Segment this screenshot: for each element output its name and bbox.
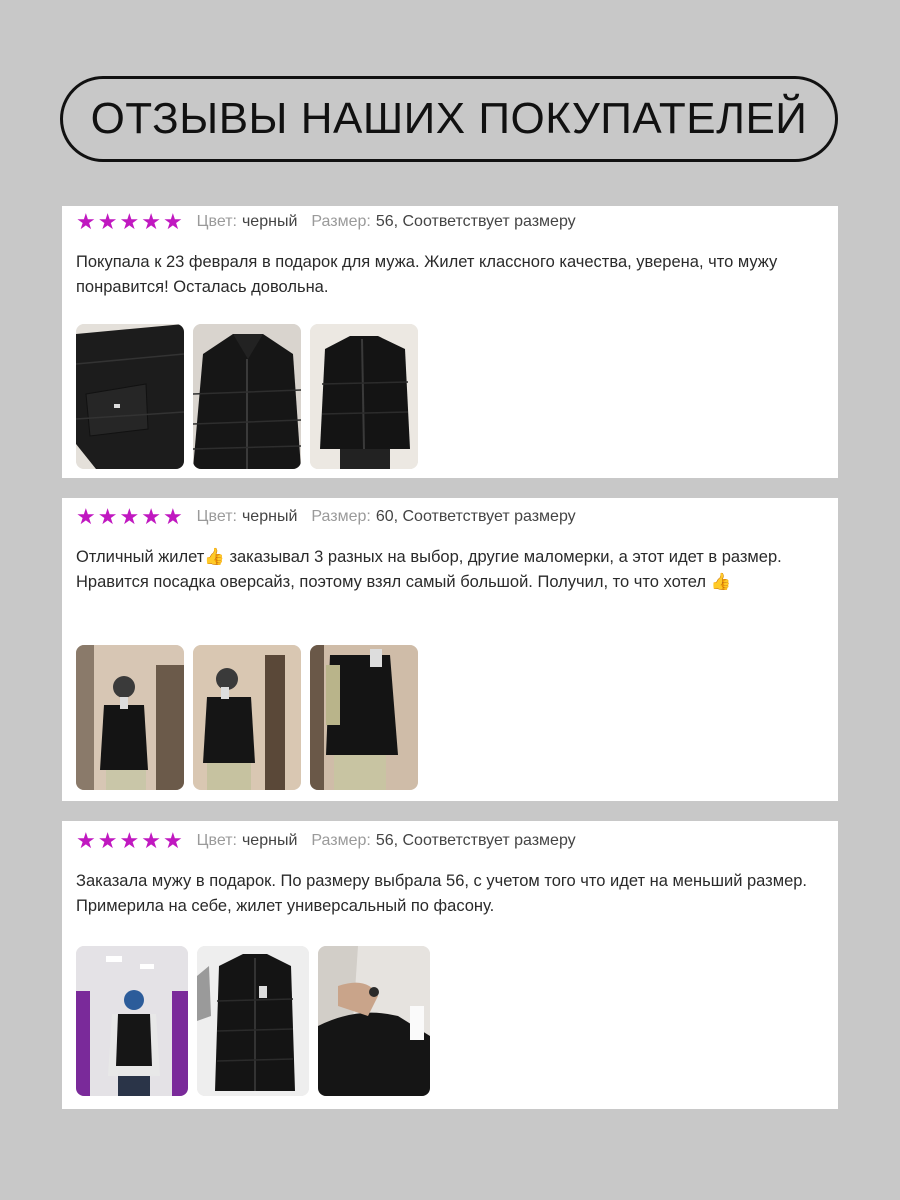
- color-label: Цвет:: [196, 213, 237, 230]
- size-label: Размер:: [311, 832, 371, 849]
- review-card-2: ★ ★ ★ ★ ★ Цвет: черный Размер: 60, Соотв…: [62, 498, 838, 801]
- review-card-1: ★ ★ ★ ★ ★ Цвет: черный Размер: 56, Соотв…: [62, 206, 838, 478]
- star-icon: ★: [97, 504, 118, 529]
- size-label: Размер:: [311, 213, 371, 230]
- vest-worn-photo[interactable]: [310, 324, 418, 469]
- star-icon: ★: [119, 504, 140, 529]
- star-icon: ★: [76, 209, 96, 234]
- star-icon: ★: [162, 828, 183, 853]
- review-text: Покупала к 23 февраля в подарок для мужа…: [76, 253, 778, 296]
- page-header: ОТЗЫВЫ НАШИХ ПОКУПАТЕЛЕЙ: [60, 76, 838, 162]
- star-icon: ★: [141, 209, 161, 234]
- star-icon: ★: [97, 828, 118, 853]
- star-rating: ★ ★ ★ ★ ★: [76, 211, 183, 233]
- star-icon: ★: [162, 209, 183, 234]
- size-label: Размер:: [311, 508, 371, 525]
- mirror-selfie-close-photo[interactable]: [310, 645, 418, 790]
- star-icon: ★: [162, 504, 183, 529]
- review-photos: [76, 946, 430, 1096]
- review-meta: ★ ★ ★ ★ ★ Цвет: черный Размер: 56, Соотв…: [76, 827, 824, 855]
- page-title: ОТЗЫВЫ НАШИХ ПОКУПАТЕЛЕЙ: [90, 94, 808, 143]
- star-icon: ★: [141, 504, 161, 529]
- review-photos: [76, 324, 418, 469]
- vest-closeup-photo[interactable]: [76, 324, 184, 469]
- color-value: черный: [241, 213, 298, 230]
- color-value: черный: [241, 508, 298, 525]
- review-meta: ★ ★ ★ ★ ★ Цвет: черный Размер: 56, Соотв…: [76, 208, 824, 236]
- review-text: Отличный жилет👍 заказывал 3 разных на вы…: [76, 548, 782, 591]
- color-label: Цвет:: [196, 832, 237, 849]
- size-value: 56, Соответствует размеру: [375, 832, 576, 849]
- review-text: Заказала мужу в подарок. По размеру выбр…: [76, 872, 808, 915]
- size-value: 60, Соответствует размеру: [375, 508, 576, 525]
- star-icon: ★: [141, 828, 161, 853]
- review-photos: [76, 645, 418, 790]
- size-value: 56, Соответствует размеру: [375, 213, 576, 230]
- mirror-selfie-photo[interactable]: [76, 645, 184, 790]
- star-icon: ★: [119, 828, 140, 853]
- vest-detail-photo[interactable]: [318, 946, 430, 1096]
- color-value: черный: [241, 832, 298, 849]
- star-icon: ★: [97, 209, 118, 234]
- star-icon: ★: [76, 828, 96, 853]
- star-rating: ★ ★ ★ ★ ★: [76, 506, 183, 528]
- star-icon: ★: [76, 504, 96, 529]
- fitting-room-photo[interactable]: [76, 946, 188, 1096]
- color-label: Цвет:: [196, 508, 237, 525]
- review-card-3: ★ ★ ★ ★ ★ Цвет: черный Размер: 56, Соотв…: [62, 821, 838, 1109]
- vest-front-photo[interactable]: [193, 324, 301, 469]
- vest-hanging-photo[interactable]: [197, 946, 309, 1096]
- review-meta: ★ ★ ★ ★ ★ Цвет: черный Размер: 60, Соотв…: [76, 503, 824, 531]
- star-icon: ★: [119, 209, 140, 234]
- star-rating: ★ ★ ★ ★ ★: [76, 830, 183, 852]
- mirror-selfie-side-photo[interactable]: [193, 645, 301, 790]
